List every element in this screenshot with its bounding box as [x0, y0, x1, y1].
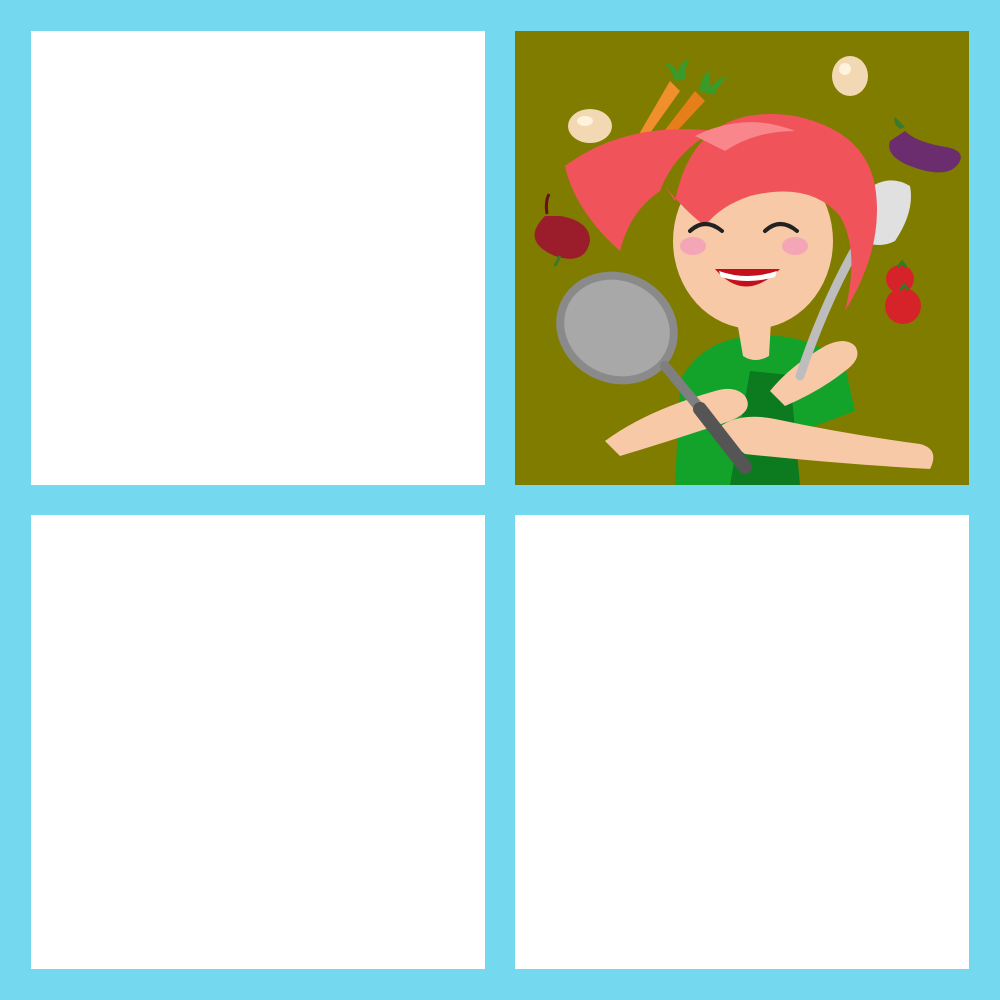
card-4-hidden[interactable]: [515, 515, 969, 969]
card-2-revealed[interactable]: [515, 31, 969, 485]
card-1-hidden[interactable]: [31, 31, 485, 485]
memory-game-board: [0, 0, 1000, 1000]
chef-girl-illustration: [515, 31, 969, 485]
card-3-hidden[interactable]: [31, 515, 485, 969]
egg-icon-right: [832, 56, 868, 96]
egg-icon-left: [568, 109, 612, 143]
